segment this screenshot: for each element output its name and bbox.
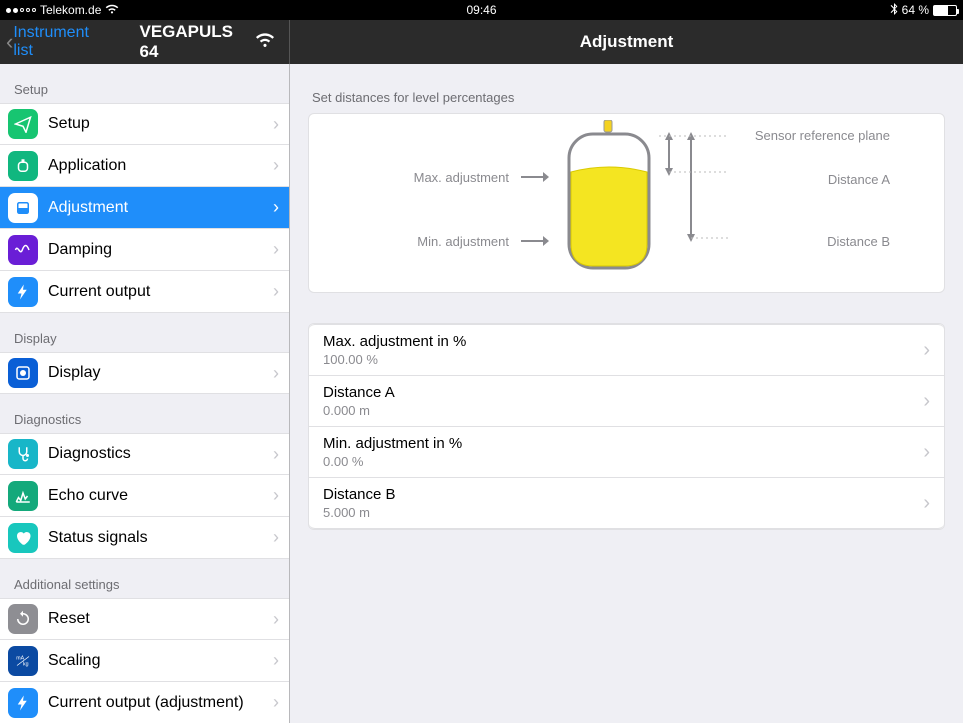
settings-list: Max. adjustment in % 100.00 % › Distance… [308,323,945,530]
arrow-right-icon [519,234,549,253]
chevron-right-icon: › [923,339,930,362]
row-distance-a[interactable]: Distance A 0.000 m › [309,376,944,427]
status-bar: Telekom.de 09:46 64 % [0,0,963,20]
wave-icon [8,235,38,265]
sidebar-item-label: Adjustment [48,199,128,217]
wifi-status-icon [105,3,119,17]
row-title: Max. adjustment in % [323,333,466,350]
chevron-right-icon: › [273,281,279,302]
stethoscope-icon [8,439,38,469]
sidebar-item-label: Reset [48,610,90,628]
sidebar-item-reset[interactable]: Reset › [0,598,289,640]
sidebar-item-echo-curve[interactable]: Echo curve › [0,475,289,517]
row-value: 100.00 % [323,352,466,367]
detail-pane: Set distances for level percentages Sens… [290,64,963,723]
row-distance-b[interactable]: Distance B 5.000 m › [309,478,944,529]
sidebar-item-label: Display [48,364,100,382]
sidebar-item-adjustment[interactable]: Adjustment › [0,187,289,229]
group-header-display: Display [0,313,289,352]
sidebar-item-display[interactable]: Display › [0,352,289,394]
chevron-right-icon: › [923,492,930,515]
svg-text:kg: kg [23,661,29,667]
chevron-right-icon: › [273,155,279,176]
row-title: Distance B [323,486,396,503]
status-right: 64 % [890,3,957,18]
graph-icon [8,481,38,511]
back-chevron-icon[interactable]: ‹ [6,31,13,53]
status-left: Telekom.de [6,3,119,17]
chevron-right-icon: › [273,444,279,465]
row-value: 0.000 m [323,403,395,418]
chevron-right-icon: › [273,114,279,135]
row-value: 5.000 m [323,505,396,520]
sidebar-item-scaling[interactable]: mAkg Scaling › [0,640,289,682]
battery-icon [933,5,957,16]
sidebar-item-damping[interactable]: Damping › [0,229,289,271]
signal-dots-icon [6,8,36,13]
sidebar-item-label: Status signals [48,529,148,547]
chevron-right-icon: › [273,609,279,630]
chevron-right-icon: › [273,650,279,671]
diagram-card: Sensor reference plane Max. adjustment M… [308,113,945,293]
sidebar-item-label: Setup [48,115,90,133]
device-wifi-icon[interactable] [255,32,275,53]
bolt-icon [8,277,38,307]
sidebar-item-status-signals[interactable]: Status signals › [0,517,289,559]
row-max-adjustment[interactable]: Max. adjustment in % 100.00 % › [309,324,944,376]
chevron-right-icon: › [273,527,279,548]
bluetooth-icon [890,3,898,18]
sidebar-item-label: Damping [48,241,112,259]
chevron-right-icon: › [273,239,279,260]
page-title: Adjustment [290,32,963,52]
row-title: Distance A [323,384,395,401]
adjustment-icon [8,193,38,223]
sidebar-item-label: Echo curve [48,487,128,505]
heart-icon [8,523,38,553]
row-min-adjustment[interactable]: Min. adjustment in % 0.00 % › [309,427,944,478]
paper-plane-icon [8,109,38,139]
label-min-adj: Min. adjustment [389,234,509,249]
label-distance-b: Distance B [827,234,890,249]
group-header-diagnostics: Diagnostics [0,394,289,433]
chevron-right-icon: › [273,363,279,384]
chevron-right-icon: › [273,197,279,218]
battery-percent-label: 64 % [902,3,929,17]
sidebar-item-label: Diagnostics [48,445,131,463]
group-header-setup: Setup [0,64,289,103]
tank-icon [8,151,38,181]
tank-diagram-icon [559,120,799,280]
label-distance-a: Distance A [828,172,890,187]
chevron-right-icon: › [923,390,930,413]
sidebar-item-current-output[interactable]: Current output › [0,271,289,313]
label-max-adj: Max. adjustment [389,170,509,185]
chevron-right-icon: › [273,692,279,713]
section-header: Set distances for level percentages [308,78,945,113]
sidebar-item-label: Scaling [48,652,100,670]
sidebar-item-application[interactable]: Application › [0,145,289,187]
device-title: VEGAPULS 64 [140,22,256,62]
display-icon [8,358,38,388]
sidebar-item-label: Application [48,157,126,175]
reset-icon [8,604,38,634]
arrow-right-icon [519,170,549,189]
clock-label: 09:46 [0,3,963,17]
scaling-icon: mAkg [8,646,38,676]
row-title: Min. adjustment in % [323,435,462,452]
nav-bar: ‹ Instrument list VEGAPULS 64 Adjustment [0,20,963,64]
group-header-additional: Additional settings [0,559,289,598]
sidebar-item-current-output-adj[interactable]: Current output (adjustment) › [0,682,289,723]
carrier-label: Telekom.de [40,3,101,17]
row-value: 0.00 % [323,454,462,469]
sidebar: Setup Setup › Application › Adjustment › [0,64,290,723]
chevron-right-icon: › [273,485,279,506]
sidebar-item-setup[interactable]: Setup › [0,103,289,145]
sidebar-item-label: Current output (adjustment) [48,694,244,712]
chevron-right-icon: › [923,441,930,464]
bolt-icon [8,688,38,718]
sidebar-item-diagnostics[interactable]: Diagnostics › [0,433,289,475]
sidebar-item-label: Current output [48,283,150,301]
back-button[interactable]: Instrument list [13,24,111,60]
